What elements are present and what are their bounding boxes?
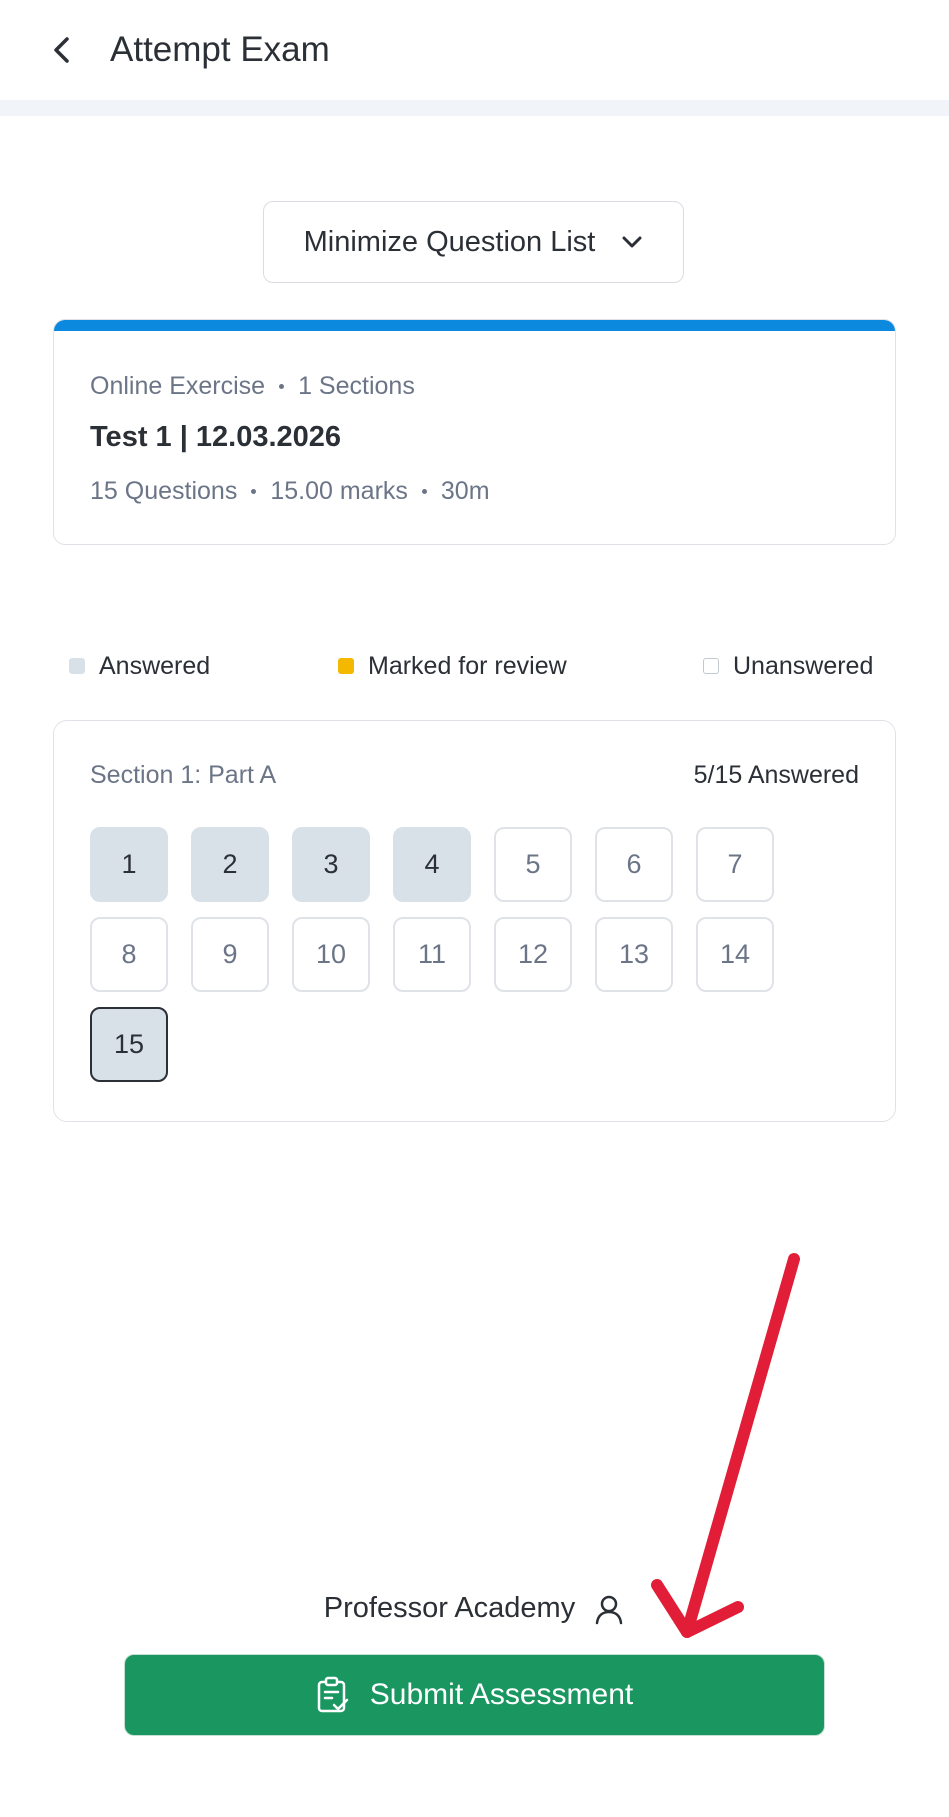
exam-marks: 15.00 marks — [270, 477, 408, 505]
exam-sections: 1 Sections — [298, 372, 415, 400]
legend-answered-swatch — [69, 658, 85, 674]
minimize-question-list-label: Minimize Question List — [303, 225, 596, 258]
separator-dot — [251, 489, 257, 494]
user-icon[interactable] — [593, 1593, 625, 1625]
question-button[interactable]: 4 — [393, 827, 471, 902]
chevron-left-icon — [54, 37, 69, 63]
exam-meta-line: Online Exercise 1 Sections — [90, 372, 415, 401]
submit-assessment-button[interactable]: Submit Assessment — [124, 1654, 825, 1736]
question-grid: 1 2 3 4 5 6 7 8 9 10 11 12 13 14 15 — [90, 827, 774, 1082]
section-name: Section 1: Part A — [90, 761, 277, 789]
legend-answered-label: Answered — [99, 651, 211, 680]
user-name: Professor Academy — [323, 1592, 576, 1624]
question-button[interactable]: 1 — [90, 827, 168, 902]
section-answered-count: 5/15 Answered — [693, 761, 859, 789]
exam-info-card: Online Exercise 1 Sections Test 1 | 12.0… — [53, 319, 896, 545]
exam-details-line: 15 Questions 15.00 marks 30m — [90, 477, 490, 506]
question-list-panel: Section 1: Part A 5/15 Answered 12345678… — [53, 720, 896, 1122]
exam-card-accent-bar — [54, 320, 895, 331]
exam-type: Online Exercise — [90, 372, 266, 400]
question-button[interactable]: 12 — [494, 917, 572, 992]
legend-unanswered-swatch — [703, 658, 719, 674]
chevron-down-icon — [622, 236, 642, 248]
exam-duration: 30m — [440, 477, 490, 505]
legend-answered: Answered — [69, 651, 211, 680]
question-button[interactable]: 3 — [292, 827, 370, 902]
legend-marked: Marked for review — [338, 651, 567, 680]
question-button[interactable]: 7 — [696, 827, 774, 902]
question-button[interactable]: 14 — [696, 917, 774, 992]
question-button[interactable]: 10 — [292, 917, 370, 992]
minimize-question-list-button[interactable]: Minimize Question List — [263, 201, 684, 283]
exam-questions: 15 Questions — [90, 477, 238, 505]
app-header: Attempt Exam — [0, 0, 949, 100]
legend-unanswered: Unanswered — [703, 651, 874, 680]
question-button[interactable]: 15 — [90, 1007, 168, 1082]
legend-unanswered-label: Unanswered — [733, 651, 874, 680]
back-button[interactable] — [40, 25, 84, 75]
legend-marked-swatch — [338, 658, 354, 674]
page-title: Attempt Exam — [110, 30, 330, 69]
question-button[interactable]: 2 — [191, 827, 269, 902]
legend-marked-label: Marked for review — [368, 651, 567, 680]
user-row: Professor Academy — [0, 1592, 949, 1625]
question-button[interactable]: 8 — [90, 917, 168, 992]
question-button[interactable]: 11 — [393, 917, 471, 992]
question-button[interactable]: 6 — [595, 827, 673, 902]
submit-assessment-label: Submit Assessment — [369, 1678, 634, 1711]
header-divider — [0, 100, 949, 116]
question-button[interactable]: 5 — [494, 827, 572, 902]
question-button[interactable]: 13 — [595, 917, 673, 992]
question-button[interactable]: 9 — [191, 917, 269, 992]
exam-title: Test 1 | 12.03.2026 — [90, 421, 342, 453]
separator-dot — [421, 489, 427, 494]
separator-dot — [279, 384, 285, 389]
clipboard-check-icon — [317, 1676, 349, 1713]
